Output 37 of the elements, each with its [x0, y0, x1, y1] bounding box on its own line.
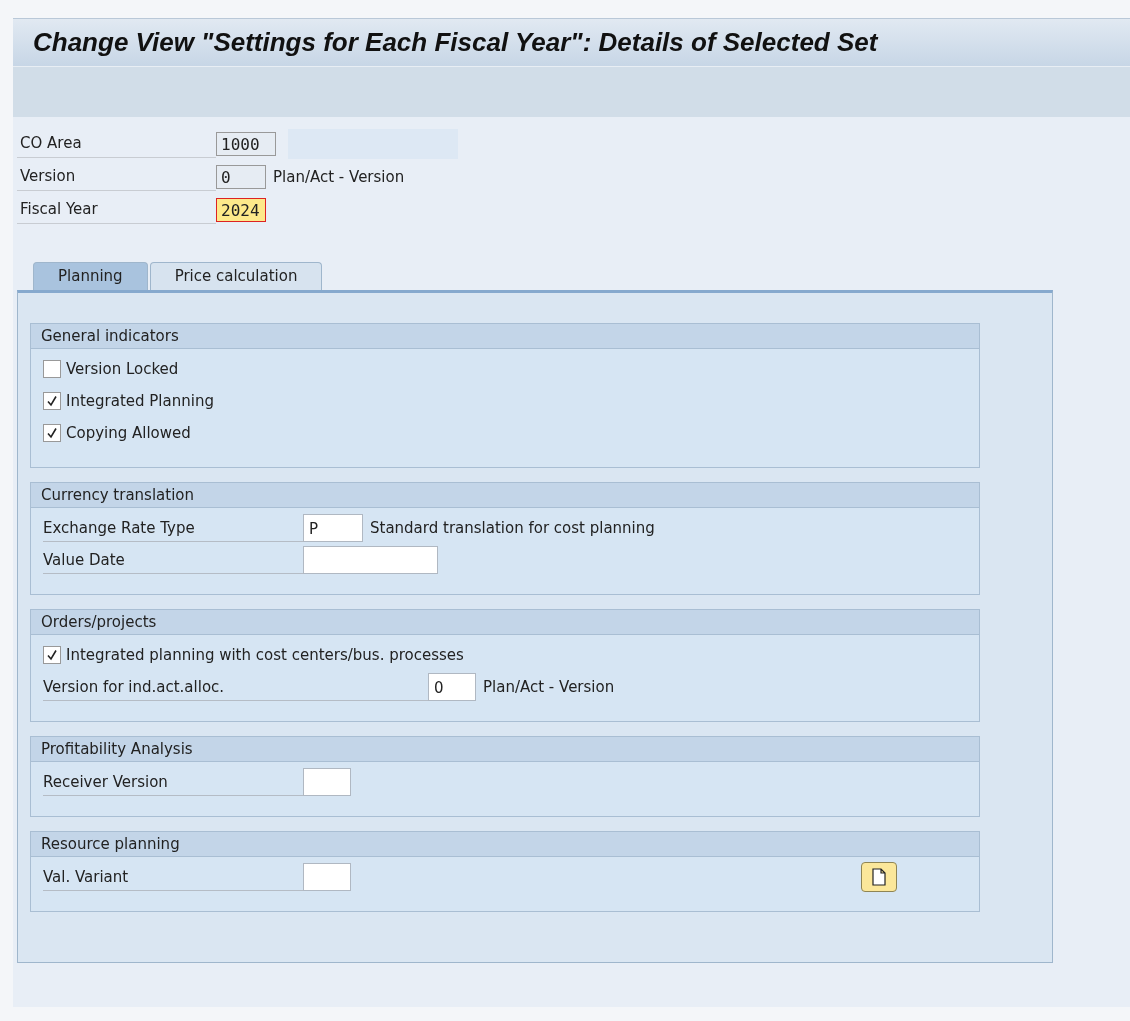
group-title: Profitability Analysis — [41, 740, 193, 758]
create-button[interactable] — [861, 862, 897, 892]
checkbox-label: Copying Allowed — [66, 424, 191, 442]
checkbox-label: Version Locked — [66, 360, 179, 378]
window-title: Change View "Settings for Each Fiscal Year": Details of Selected Set — [33, 27, 878, 58]
field-label: Val. Variant — [43, 863, 303, 891]
checkbox[interactable] — [43, 424, 61, 442]
document-icon — [872, 868, 886, 886]
input-field[interactable]: 0 — [428, 673, 476, 701]
input-field[interactable]: 0 — [216, 164, 266, 189]
field-description: Plan/Act - Version — [483, 678, 615, 696]
field-description: Standard translation for cost planning — [370, 519, 655, 537]
check-icon — [46, 395, 58, 407]
group-title: Orders/projects — [41, 613, 157, 631]
checkbox-label: Integrated Planning — [66, 392, 214, 410]
checkbox[interactable] — [43, 392, 61, 410]
input-field[interactable] — [303, 863, 351, 891]
checkbox-label: Integrated planning with cost centers/bus. processes — [66, 646, 464, 664]
group-title: General indicators — [41, 327, 179, 345]
input-field[interactable] — [303, 768, 351, 796]
input-field[interactable] — [303, 546, 438, 574]
checkbox[interactable] — [43, 646, 61, 664]
input-field[interactable]: 1000 — [216, 131, 276, 156]
checkbox[interactable] — [43, 360, 61, 378]
field-label: Version for ind.act.alloc. — [43, 673, 428, 701]
group-title: Currency translation — [41, 486, 194, 504]
field-label: Receiver Version — [43, 768, 303, 796]
tab[interactable]: Planning — [33, 262, 148, 290]
field-description: Plan/Act - Version — [273, 167, 405, 186]
check-icon — [46, 649, 58, 661]
check-icon — [46, 427, 58, 439]
input-field[interactable]: P — [303, 514, 363, 542]
tab[interactable]: Price calculation — [149, 262, 323, 290]
group-title: Resource planning — [41, 835, 180, 853]
input-field[interactable]: 2024 — [216, 197, 266, 222]
field-label: Value Date — [43, 546, 303, 574]
field-label: Exchange Rate Type — [43, 514, 303, 542]
